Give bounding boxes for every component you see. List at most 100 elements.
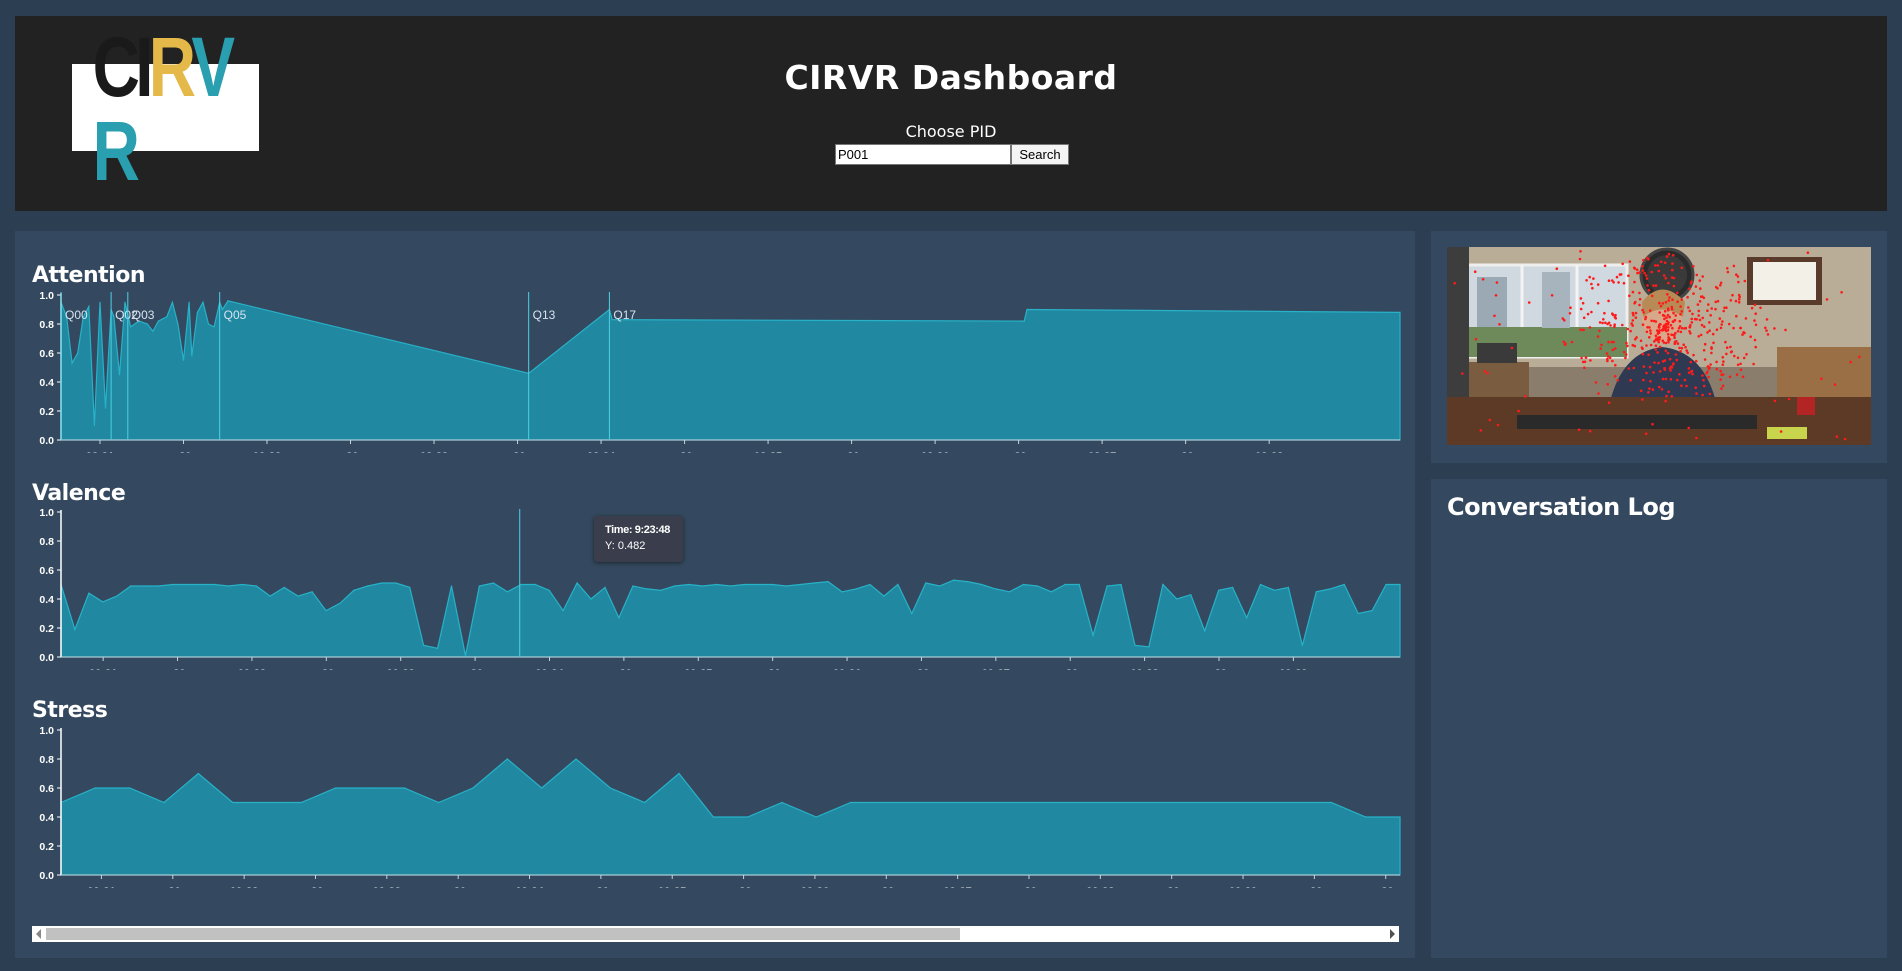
gaze-point	[1592, 277, 1595, 280]
gaze-point	[1650, 294, 1654, 298]
gaze-point	[1597, 392, 1600, 395]
gaze-point	[1580, 356, 1583, 360]
gaze-point	[1562, 340, 1566, 344]
gaze-point	[1658, 385, 1661, 389]
data-point	[678, 772, 680, 775]
gaze-point	[1632, 313, 1635, 317]
gaze-point	[1716, 299, 1720, 303]
gaze-point	[1675, 358, 1679, 362]
gaze-point	[1645, 330, 1649, 334]
gaze-point	[1644, 432, 1648, 435]
data-point	[1246, 617, 1248, 619]
gaze-point	[1638, 291, 1641, 295]
gaze-point	[1550, 294, 1554, 297]
gaze-point	[1721, 356, 1725, 359]
gaze-point	[1638, 297, 1642, 301]
gaze-point	[1579, 307, 1583, 311]
scroll-left-arrow-icon[interactable]	[36, 929, 41, 939]
gaze-point	[1735, 373, 1739, 376]
x-tick-label: :30	[844, 451, 860, 453]
gaze-point	[1719, 283, 1722, 287]
gaze-point	[1714, 300, 1717, 304]
gaze-point	[1721, 320, 1724, 323]
question-marker-label: Q05	[224, 308, 247, 322]
data-point	[130, 326, 132, 328]
gaze-point	[1711, 332, 1715, 336]
gaze-point	[1670, 276, 1674, 279]
tooltip-value: Y: 0.482	[605, 540, 646, 552]
gaze-point	[1765, 329, 1768, 332]
gaze-point	[1729, 345, 1732, 349]
area-series	[60, 758, 1401, 876]
gaze-point	[1670, 333, 1673, 336]
valence-chart[interactable]: 0.0 0.2 0.4 0.6 0.8 1.0 09:21:30 09:22:30 09:23:…	[15, 508, 1415, 670]
gaze-point	[1603, 264, 1607, 268]
gaze-point	[1666, 307, 1670, 310]
gaze-point	[1631, 290, 1635, 294]
gaze-point	[1820, 377, 1823, 381]
gaze-point	[1743, 331, 1746, 335]
gaze-point	[1617, 281, 1620, 284]
x-tick-label: :30	[765, 668, 781, 670]
gaze-point	[1607, 279, 1611, 282]
search-button[interactable]: Search	[1011, 144, 1069, 165]
gaze-point	[1583, 366, 1586, 369]
y-tick-label: 0.0	[39, 435, 54, 447]
scrollbar-thumb[interactable]	[46, 928, 960, 940]
data-point	[74, 628, 76, 631]
x-tick-label: 09:23	[373, 886, 401, 888]
data-point	[632, 585, 634, 587]
data-point	[1259, 583, 1262, 586]
gaze-point	[1779, 430, 1783, 433]
data-point	[1120, 583, 1122, 586]
gaze-point	[1670, 305, 1674, 309]
data-point	[716, 583, 718, 586]
scroll-right-arrow-icon[interactable]	[1390, 929, 1395, 939]
data-point	[506, 591, 508, 593]
gaze-point	[1754, 323, 1758, 327]
gaze-point	[1737, 301, 1741, 304]
gaze-point	[1701, 316, 1704, 320]
attention-chart[interactable]: 0.0 0.2 0.4 0.6 0.8 1.0 02:21:30 02:22:30 02:23:…	[15, 291, 1415, 453]
gaze-point	[1721, 373, 1725, 376]
gaze-point	[1664, 325, 1667, 328]
gaze-point	[1493, 314, 1496, 318]
vr-scene-video[interactable]	[1447, 247, 1871, 445]
gaze-point	[1666, 351, 1670, 355]
pid-input[interactable]	[835, 144, 1011, 165]
gaze-point	[1678, 346, 1681, 350]
gaze-point	[1673, 340, 1677, 344]
gaze-point	[1578, 257, 1582, 261]
gaze-point	[1645, 371, 1648, 375]
gaze-point	[1676, 330, 1680, 333]
data-point	[353, 589, 355, 591]
gaze-point	[1644, 274, 1648, 277]
gaze-point	[1654, 264, 1657, 267]
gaze-point	[1678, 373, 1681, 376]
gaze-point	[1672, 284, 1676, 288]
data-point	[191, 355, 193, 357]
gaze-point	[1642, 258, 1645, 262]
gaze-point	[1723, 306, 1726, 310]
conversation-log-panel: Conversation Log	[1431, 479, 1887, 958]
gaze-point	[1663, 314, 1666, 318]
data-point	[918, 801, 920, 804]
area-series	[60, 300, 1401, 441]
gaze-point	[1657, 340, 1660, 344]
gaze-point	[1715, 328, 1719, 331]
gaze-point	[1727, 322, 1731, 326]
horizontal-scrollbar[interactable]	[32, 926, 1399, 942]
stress-chart[interactable]: 0.0 0.2 0.4 0.6 0.8 1.0 09:21:30 09:22:30 09:23:…	[15, 726, 1415, 888]
data-point	[757, 583, 760, 586]
gaze-point	[1707, 303, 1710, 306]
data-point	[729, 585, 732, 587]
gaze-point	[1703, 358, 1707, 361]
gaze-point	[1706, 370, 1709, 374]
data-point	[520, 583, 522, 586]
gaze-point	[1654, 284, 1658, 287]
gaze-point	[1680, 326, 1684, 330]
gaze-point	[1656, 351, 1659, 354]
gaze-point	[1658, 370, 1662, 373]
gaze-point	[1773, 399, 1777, 403]
gaze-point	[1736, 275, 1740, 278]
